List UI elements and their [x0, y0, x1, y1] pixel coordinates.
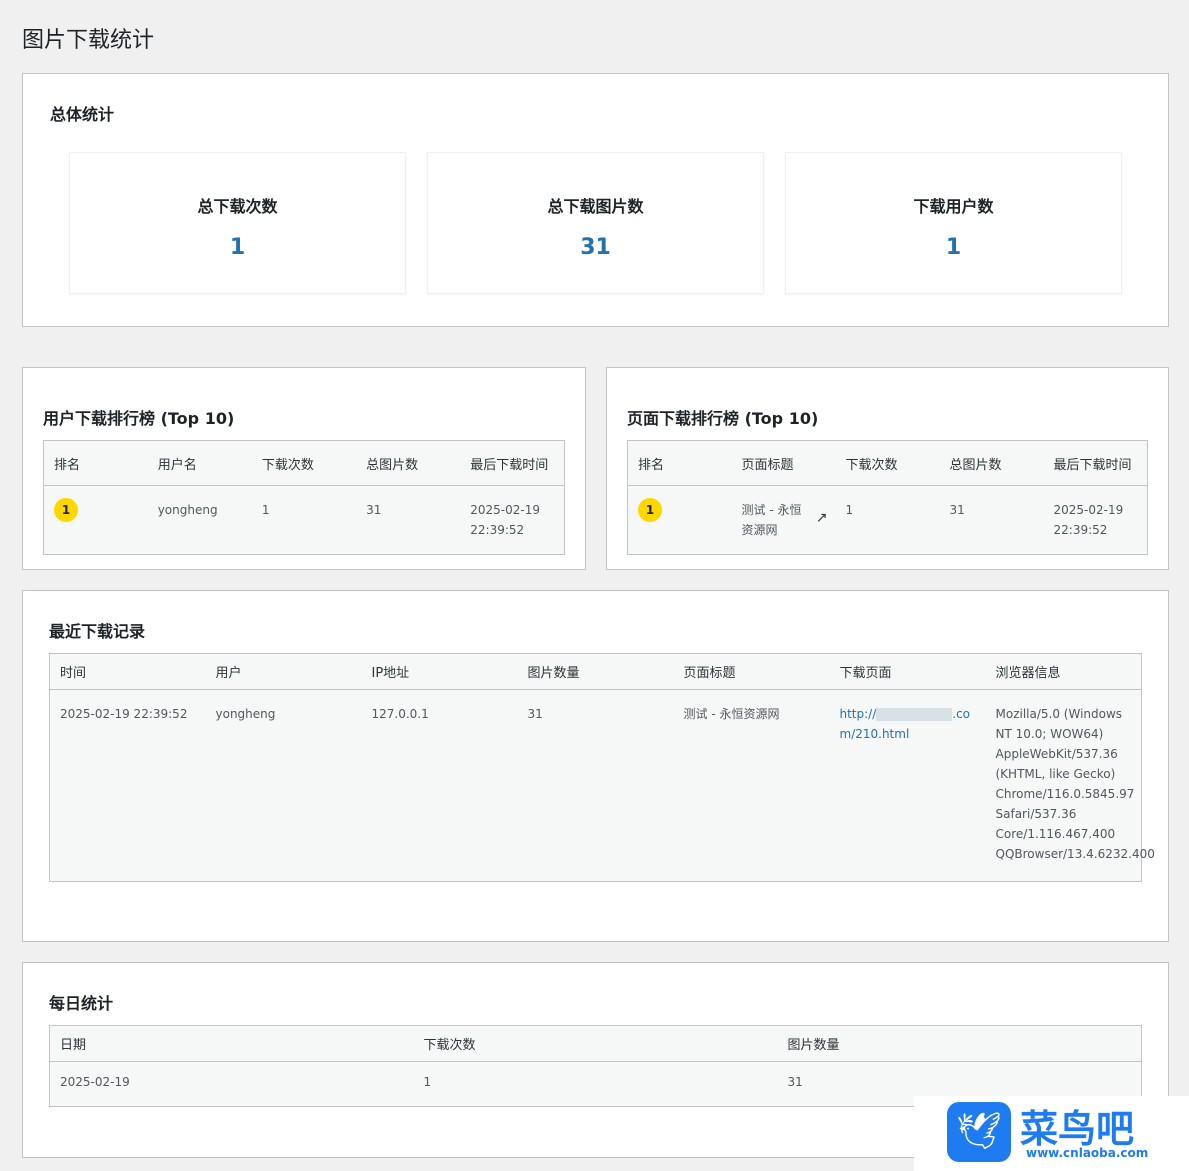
stat-users: 下载用户数 1	[785, 152, 1122, 294]
stat-label: 总下载次数	[197, 197, 278, 216]
col-header: 页面标题	[731, 440, 836, 486]
stat-value: 1	[229, 235, 246, 260]
col-header: 用户名	[147, 440, 252, 486]
col-header: 下载次数	[413, 1025, 778, 1062]
date: 2025-02-19	[49, 1061, 414, 1107]
last-download: 2025-02-19 22:39:52	[1043, 485, 1148, 555]
image-count: 31	[939, 485, 1044, 555]
recent-downloads-title: 最近下载记录	[49, 622, 146, 641]
col-header: 图片数量	[517, 653, 674, 690]
page-title: 图片下载统计	[22, 28, 155, 53]
table-row: 2025-02-19 22:39:52 yongheng 127.0.0.1 31 测试…	[49, 689, 1155, 882]
ip: 127.0.0.1	[361, 689, 518, 882]
download-count: 1	[251, 485, 357, 555]
col-header: 排名	[43, 440, 148, 486]
recent-downloads-table: 时间 用户 IP地址 图片数量 页面标题 下载页面 浏览器信息 2025-02-19 22:…	[49, 653, 1155, 882]
col-header: IP地址	[361, 653, 518, 690]
image-count: 31	[517, 689, 674, 882]
user: yongheng	[205, 689, 362, 882]
col-header: 排名	[627, 440, 732, 486]
rank-badge: 1	[54, 498, 78, 522]
watermark-name: 菜鸟吧	[1020, 1106, 1135, 1151]
stat-value: 1	[945, 235, 962, 260]
page-title-link[interactable]: 测试 - 永恒资源网	[742, 503, 802, 537]
col-header: 总图片数	[356, 440, 461, 486]
recent-downloads-card: 最近下载记录 时间 用户 IP地址 图片数量 页面标题 下载页面 浏览器信息 2025-02…	[22, 590, 1169, 942]
page-rank-card: 页面下载排行榜 (Top 10) 排名 页面标题 下载次数 总图片数 最后下载时间 1测…	[606, 367, 1169, 570]
user-name: yongheng	[147, 485, 252, 555]
col-header: 下载页面	[829, 653, 986, 690]
overall-stats-card: 总体统计 总下载次数 1 总下载图片数 31 下载用户数 1	[22, 73, 1169, 327]
watermark-url: www.cnlaoba.com	[1026, 1146, 1149, 1160]
col-header: 最后下载时间	[460, 440, 565, 486]
user-rank-title: 用户下载排行榜 (Top 10)	[43, 409, 235, 428]
col-header: 日期	[49, 1025, 414, 1062]
overall-stats-title: 总体统计	[50, 105, 115, 124]
col-header: 用户	[205, 653, 362, 690]
image-count: 31	[356, 485, 461, 555]
stat-label: 总下载图片数	[547, 197, 644, 216]
time: 2025-02-19 22:39:52	[49, 689, 206, 882]
external-link-icon[interactable]: ↗	[816, 508, 828, 528]
col-header: 浏览器信息	[985, 653, 1142, 690]
user-rank-card: 用户下载排行榜 (Top 10) 排名 用户名 下载次数 总图片数 最后下载时间 1 yo…	[22, 367, 586, 570]
page-rank-table: 排名 页面标题 下载次数 总图片数 最后下载时间 1 测试 - 永恒资源网 ↗ 1 31 2025…	[627, 440, 1148, 555]
download-count: 1	[413, 1061, 778, 1107]
col-header: 时间	[49, 653, 206, 690]
stat-value: 31	[580, 235, 611, 260]
daily-stats-table: 日期 下载次数 图片数量 2025-02-19 1 31	[49, 1025, 1142, 1107]
col-header: 下载次数	[251, 440, 357, 486]
bird-icon: 🕊	[947, 1102, 1011, 1162]
last-download: 2025-02-19 22:39:52	[460, 485, 565, 555]
rank-badge: 1	[638, 498, 662, 522]
url-prefix: http://	[839, 707, 877, 721]
stat-total-images: 总下载图片数 31	[427, 152, 764, 294]
watermark-logo: 🕊 菜鸟吧 www.cnlaoba.com	[914, 1096, 1189, 1171]
download-count: 1	[835, 485, 940, 555]
daily-stats-title: 每日统计	[49, 994, 114, 1013]
stat-total-downloads: 总下载次数 1	[69, 152, 406, 294]
col-header: 页面标题	[673, 653, 830, 690]
user-rank-table: 排名 用户名 下载次数 总图片数 最后下载时间 1 yongheng 1 31 2025-02-…	[43, 440, 565, 555]
stat-label: 下载用户数	[913, 197, 994, 216]
col-header: 图片数量	[777, 1025, 1142, 1062]
table-row: 1 yongheng 1 31 2025-02-19 22:39:52	[43, 485, 565, 555]
user-agent: Mozilla/5.0 (Windows NT 10.0; WOW64) App…	[985, 689, 1155, 882]
col-header: 最后下载时间	[1043, 440, 1148, 486]
table-row: 1 测试 - 永恒资源网 ↗ 1 31 2025-02-19 22:39:52	[627, 485, 1148, 555]
col-header: 总图片数	[939, 440, 1044, 486]
redacted-domain	[876, 708, 953, 721]
page-rank-title: 页面下载排行榜 (Top 10)	[627, 409, 819, 428]
page-title: 测试 - 永恒资源网	[673, 689, 830, 882]
col-header: 下载次数	[835, 440, 940, 486]
download-page-link[interactable]: http://.com/210.html	[840, 707, 971, 741]
